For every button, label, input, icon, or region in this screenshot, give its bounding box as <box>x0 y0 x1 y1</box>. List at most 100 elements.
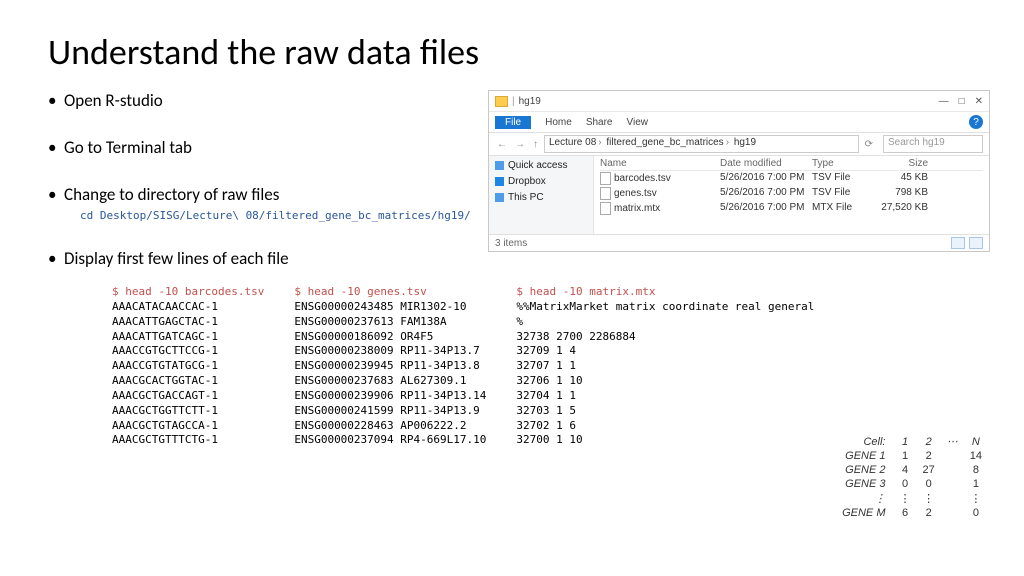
matrix-col: 2 <box>917 434 941 449</box>
file-size: 45 KB <box>868 172 928 185</box>
terminal-genes: $ head -10 genes.tsv ENSG00000243485 MIR… <box>294 285 486 448</box>
matrix-cell: ⋮ <box>964 491 988 506</box>
refresh-icon[interactable]: ⟳ <box>863 139 875 150</box>
matrix-cell <box>941 477 964 491</box>
matrix-cell: 0 <box>917 477 941 491</box>
breadcrumb-item[interactable]: Lecture 08 <box>549 137 596 148</box>
matrix-cell: 2 <box>917 449 941 463</box>
bullet-item: Open R-studio <box>48 90 508 111</box>
item-count: 3 items <box>495 238 527 249</box>
matrix-cell: 6 <box>894 506 917 520</box>
ribbon-share-tab[interactable]: Share <box>586 117 613 128</box>
col-name[interactable]: Name <box>600 158 720 169</box>
matrix-row-label: GENE 3 <box>836 477 893 491</box>
terminal-command: $ head -10 matrix.mtx <box>516 285 814 300</box>
search-input[interactable]: Search hg19 <box>883 135 983 153</box>
ribbon-file-tab[interactable]: File <box>495 116 531 129</box>
col-type[interactable]: Type <box>812 158 868 169</box>
matrix-cell: 27 <box>917 463 941 477</box>
matrix-cell: ⋮ <box>894 491 917 506</box>
matrix-row-label: GENE 1 <box>836 449 893 463</box>
ribbon-home-tab[interactable]: Home <box>545 117 572 128</box>
file-icon <box>600 172 611 185</box>
col-size[interactable]: Size <box>868 158 928 169</box>
matrix-cell: 0 <box>894 477 917 491</box>
file-name: genes.tsv <box>614 188 657 199</box>
terminal-body: %%MatrixMarket matrix coordinate real ge… <box>516 300 814 448</box>
file-name: matrix.mtx <box>614 203 660 214</box>
explorer-sidebar: Quick access Dropbox This PC <box>489 156 594 234</box>
terminal-command: $ head -10 genes.tsv <box>294 285 486 300</box>
col-date[interactable]: Date modified <box>720 158 812 169</box>
terminal-barcodes: $ head -10 barcodes.tsv AAACATACAACCAC-1… <box>112 285 264 448</box>
titlebar-separator: | <box>512 96 515 107</box>
up-icon[interactable]: ↑ <box>531 139 540 150</box>
file-size: 27,520 KB <box>868 202 928 215</box>
matrix-cell <box>941 506 964 520</box>
matrix-cell <box>941 449 964 463</box>
file-row[interactable]: barcodes.tsv 5/26/2016 7:00 PM TSV File … <box>600 171 983 186</box>
sidebar-item-this-pc[interactable]: This PC <box>495 192 587 203</box>
file-type: TSV File <box>812 172 868 185</box>
breadcrumb-item[interactable]: filtered_gene_bc_matrices <box>606 137 723 148</box>
sidebar-item-label: This PC <box>508 192 544 203</box>
sidebar-item-quick-access[interactable]: Quick access <box>495 160 587 171</box>
view-details-icon[interactable] <box>951 237 965 249</box>
matrix-cell <box>941 491 964 506</box>
file-icon <box>600 202 611 215</box>
chevron-right-icon: › <box>726 137 729 148</box>
explorer-titlebar: | hg19 — □ ✕ <box>489 91 989 112</box>
file-icon <box>600 187 611 200</box>
view-icons-icon[interactable] <box>969 237 983 249</box>
slide-title: Understand the raw data files <box>48 30 976 74</box>
matrix-col: N <box>964 434 988 449</box>
sidebar-item-dropbox[interactable]: Dropbox <box>495 176 587 187</box>
maximize-icon[interactable]: □ <box>959 96 965 107</box>
matrix-col: 1 <box>894 434 917 449</box>
cd-command: cd Desktop/SISG/Lecture\ 08/filtered_gen… <box>80 209 508 222</box>
matrix-row-label: GENE 2 <box>836 463 893 477</box>
close-icon[interactable]: ✕ <box>975 96 983 107</box>
minimize-icon[interactable]: — <box>939 96 949 107</box>
breadcrumb[interactable]: Lecture 08› filtered_gene_bc_matrices› h… <box>544 135 859 153</box>
file-size: 798 KB <box>868 187 928 200</box>
file-row[interactable]: genes.tsv 5/26/2016 7:00 PM TSV File 798… <box>600 186 983 201</box>
matrix-row-label: GENE M <box>836 506 893 520</box>
file-date: 5/26/2016 7:00 PM <box>720 172 812 185</box>
terminal-body: ENSG00000243485 MIR1302-10 ENSG000002376… <box>294 300 486 448</box>
terminal-command: $ head -10 barcodes.tsv <box>112 285 264 300</box>
column-headers: Name Date modified Type Size <box>600 158 983 171</box>
file-type: MTX File <box>812 202 868 215</box>
bullet-item: Change to directory of raw files cd Desk… <box>48 184 508 222</box>
ribbon-view-tab[interactable]: View <box>627 117 649 128</box>
terminal-matrix: $ head -10 matrix.mtx %%MatrixMarket mat… <box>516 285 814 448</box>
matrix-cell: 1 <box>964 477 988 491</box>
forward-icon[interactable]: → <box>513 139 527 150</box>
matrix-cell: 14 <box>964 449 988 463</box>
bullet-text: Change to directory of raw files <box>64 184 279 205</box>
sidebar-item-label: Quick access <box>508 160 567 171</box>
bullet-list: Open R-studio Go to Terminal tab Change … <box>48 90 508 269</box>
matrix-row-label: ⋮ <box>836 491 893 506</box>
terminal-body: AAACATACAACCAC-1 AAACATTGAGCTAC-1 AAACAT… <box>112 300 264 448</box>
matrix-cell: 2 <box>917 506 941 520</box>
matrix-cell: ⋮ <box>917 491 941 506</box>
chevron-right-icon: › <box>598 137 601 148</box>
dropbox-icon <box>495 177 504 186</box>
file-date: 5/26/2016 7:00 PM <box>720 187 812 200</box>
pc-icon <box>495 193 504 202</box>
explorer-ribbon: File Home Share View <box>489 112 989 133</box>
bullet-item: Go to Terminal tab <box>48 137 508 158</box>
file-type: TSV File <box>812 187 868 200</box>
star-icon <box>495 161 504 170</box>
file-row[interactable]: matrix.mtx 5/26/2016 7:00 PM MTX File 27… <box>600 201 983 216</box>
explorer-file-list: Name Date modified Type Size barcodes.ts… <box>594 156 989 234</box>
slide: Understand the raw data files Open R-stu… <box>0 0 1024 576</box>
explorer-address-bar: ← → ↑ Lecture 08› filtered_gene_bc_matri… <box>489 133 989 156</box>
window-title: hg19 <box>519 96 541 107</box>
matrix-cell: 1 <box>894 449 917 463</box>
back-icon[interactable]: ← <box>495 139 509 150</box>
explorer-status-bar: 3 items <box>489 234 989 251</box>
help-icon[interactable]: ? <box>969 115 983 129</box>
breadcrumb-item[interactable]: hg19 <box>734 137 756 148</box>
